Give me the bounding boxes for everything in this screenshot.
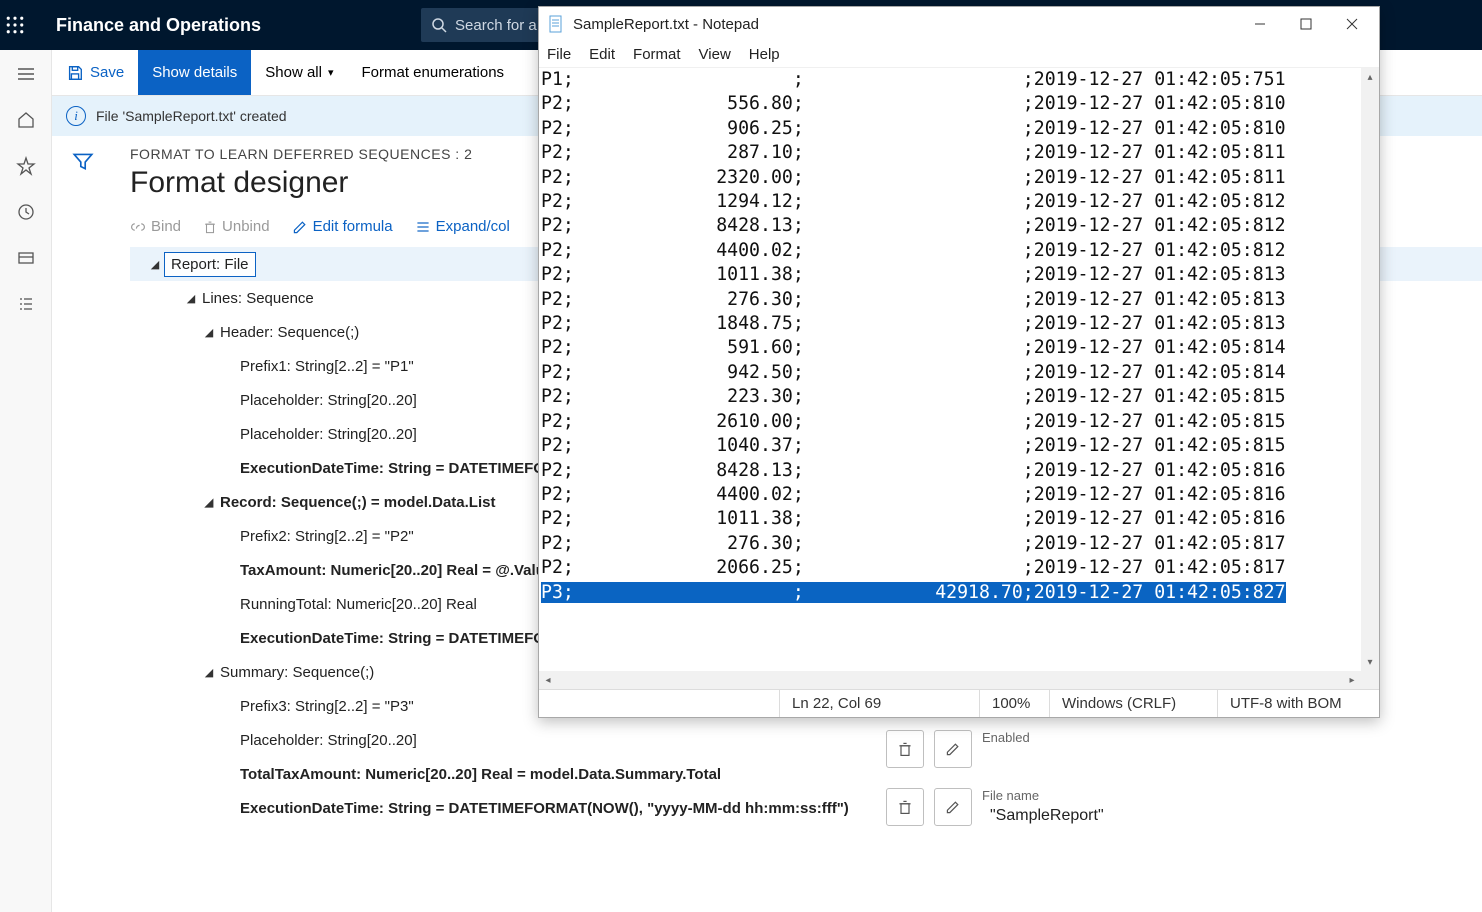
menu-format[interactable]: Format xyxy=(633,46,681,63)
delete-button[interactable] xyxy=(886,730,924,768)
menu-help[interactable]: Help xyxy=(749,46,780,63)
save-button[interactable]: Save xyxy=(52,50,138,95)
filename-value: "SampleReport" xyxy=(982,807,1104,825)
minimize-button[interactable] xyxy=(1237,9,1283,39)
status-eol: Windows (CRLF) xyxy=(1049,690,1217,717)
menu-edit[interactable]: Edit xyxy=(589,46,615,63)
notepad-statusbar: Ln 22, Col 69 100% Windows (CRLF) UTF-8 … xyxy=(539,689,1379,717)
notepad-title: SampleReport.txt - Notepad xyxy=(573,16,759,33)
edit-formula-button[interactable]: Edit formula xyxy=(292,218,393,235)
notepad-titlebar[interactable]: SampleReport.txt - Notepad xyxy=(539,7,1379,41)
horizontal-scrollbar[interactable]: ◂▸ xyxy=(539,671,1361,689)
maximize-button[interactable] xyxy=(1283,9,1329,39)
expand-collapse-button[interactable]: Expand/col xyxy=(415,218,510,235)
notepad-text[interactable]: P1; ; ;2019-12-27 01:42:05:751 P2; 556.8… xyxy=(539,68,1379,605)
scroll-down-icon[interactable]: ▾ xyxy=(1361,653,1379,671)
waffle-icon[interactable] xyxy=(6,16,48,34)
filter-icon[interactable] xyxy=(72,150,94,172)
edit-button[interactable] xyxy=(934,788,972,826)
menu-view[interactable]: View xyxy=(699,46,731,63)
notepad-menubar: File Edit Format View Help xyxy=(539,41,1379,67)
scroll-right-icon[interactable]: ▸ xyxy=(1343,671,1361,689)
clock-icon[interactable] xyxy=(14,200,38,224)
close-button[interactable] xyxy=(1329,9,1375,39)
enabled-label: Enabled xyxy=(982,730,1030,745)
scroll-left-icon[interactable]: ◂ xyxy=(539,671,557,689)
hamburger-icon[interactable] xyxy=(14,62,38,86)
show-details-button[interactable]: Show details xyxy=(138,50,251,95)
chevron-down-icon: ▾ xyxy=(328,66,334,79)
global-search[interactable]: Search for a xyxy=(421,8,547,42)
format-enum-button[interactable]: Format enumerations xyxy=(348,50,519,95)
bind-button[interactable]: Bind xyxy=(130,218,181,235)
notepad-window: SampleReport.txt - Notepad File Edit For… xyxy=(538,6,1380,718)
scroll-up-icon[interactable]: ▴ xyxy=(1361,68,1379,86)
workspace-icon[interactable] xyxy=(14,246,38,270)
star-icon[interactable] xyxy=(14,154,38,178)
scroll-corner xyxy=(1361,671,1379,689)
info-message: File 'SampleReport.txt' created xyxy=(96,108,287,124)
status-zoom: 100% xyxy=(979,690,1049,717)
filename-label: File name xyxy=(982,788,1104,803)
properties-panel: Enabled File name "SampleReport" xyxy=(886,730,1466,846)
left-rail xyxy=(0,50,52,912)
edit-button[interactable] xyxy=(934,730,972,768)
app-name: Finance and Operations xyxy=(56,15,261,36)
status-position: Ln 22, Col 69 xyxy=(779,690,979,717)
info-icon: i xyxy=(66,106,86,126)
modules-icon[interactable] xyxy=(14,292,38,316)
menu-file[interactable]: File xyxy=(547,46,571,63)
home-icon[interactable] xyxy=(14,108,38,132)
delete-button[interactable] xyxy=(886,788,924,826)
status-encoding: UTF-8 with BOM xyxy=(1217,690,1379,717)
search-placeholder: Search for a xyxy=(455,17,537,34)
unbind-button[interactable]: Unbind xyxy=(203,218,270,235)
show-all-button[interactable]: Show all▾ xyxy=(251,50,347,95)
vertical-scrollbar[interactable]: ▴▾ xyxy=(1361,68,1379,671)
notepad-icon xyxy=(547,15,565,33)
notepad-body[interactable]: P1; ; ;2019-12-27 01:42:05:751 P2; 556.8… xyxy=(539,67,1379,689)
